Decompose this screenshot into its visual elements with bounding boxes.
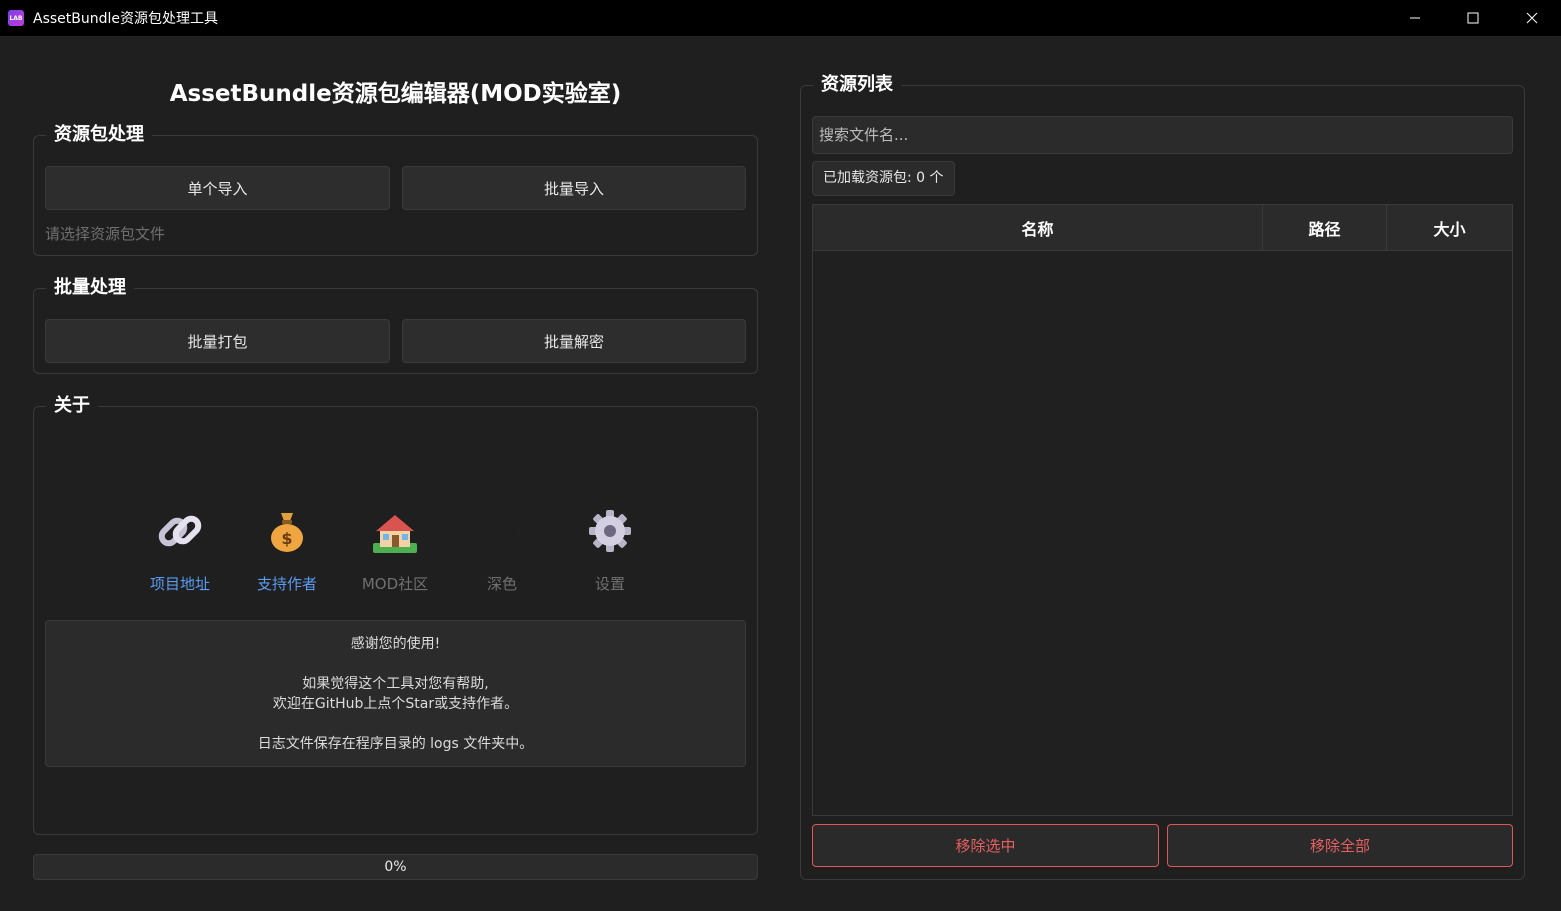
close-icon (1526, 12, 1538, 24)
column-header-path[interactable]: 路径 (1263, 205, 1387, 250)
minimize-icon (1410, 17, 1420, 19)
gear-icon (589, 510, 631, 552)
app-icon: LAB (8, 10, 24, 26)
remove-selected-button[interactable]: 移除选中 (812, 824, 1159, 867)
group-title: 资源包处理 (46, 122, 152, 148)
window-titlebar: LAB AssetBundle资源包处理工具 (0, 0, 1561, 36)
progress-bar: 0% (33, 854, 758, 880)
info-line: 如果觉得这个工具对您有帮助, (302, 676, 489, 692)
column-header-size[interactable]: 大小 (1387, 205, 1512, 250)
close-button[interactable] (1503, 0, 1561, 36)
mod-community-button[interactable]: MOD社区 (350, 505, 440, 594)
money-bag-icon: $ (271, 513, 303, 552)
window-title: AssetBundle资源包处理工具 (33, 11, 219, 27)
maximize-button[interactable] (1444, 0, 1502, 36)
link-icon (158, 515, 202, 547)
moon-icon (486, 513, 519, 548)
about-item-label: 深色 (486, 575, 517, 593)
group-title: 关于 (46, 393, 98, 419)
support-author-button[interactable]: $ 支持作者 (242, 505, 332, 594)
about-info-box: 感谢您的使用! 如果觉得这个工具对您有帮助, 欢迎在GitHub上点个Star或… (45, 620, 746, 767)
column-header-name[interactable]: 名称 (813, 205, 1263, 250)
batch-import-button[interactable]: 批量导入 (402, 166, 746, 210)
about-item-label: MOD社区 (361, 575, 429, 593)
maximize-icon (1467, 12, 1479, 24)
about-item-label: 项目地址 (149, 575, 210, 593)
minimize-button[interactable] (1386, 0, 1444, 36)
search-input[interactable]: 搜索文件名... (812, 116, 1513, 154)
info-line: 欢迎在GitHub上点个Star或支持作者。 (272, 696, 519, 712)
info-line: 日志文件保存在程序目录的 logs 文件夹中。 (257, 736, 534, 752)
settings-button[interactable]: 设置 (565, 505, 655, 594)
dark-theme-button[interactable]: 深色 (457, 505, 547, 594)
house-icon (373, 515, 417, 553)
table-header: 名称 路径 大小 (813, 205, 1512, 251)
page-title: AssetBundle资源包编辑器(MOD实验室) (169, 81, 622, 107)
loaded-count-label: 已加载资源包: 0 个 (812, 161, 955, 196)
batch-pack-button[interactable]: 批量打包 (45, 319, 390, 363)
single-import-button[interactable]: 单个导入 (45, 166, 390, 210)
svg-text:$: $ (281, 529, 292, 548)
progress-text: 0% (384, 859, 407, 875)
file-hint-label: 请选择资源包文件 (45, 225, 166, 243)
about-item-label: 设置 (594, 575, 625, 593)
resource-table[interactable]: 名称 路径 大小 (812, 204, 1513, 816)
info-line: 感谢您的使用! (350, 636, 441, 652)
remove-all-button[interactable]: 移除全部 (1167, 824, 1513, 867)
group-title: 批量处理 (46, 275, 134, 301)
group-title: 资源列表 (813, 72, 901, 98)
about-item-label: 支持作者 (256, 575, 317, 593)
project-link-button[interactable]: 项目地址 (135, 505, 225, 594)
batch-decrypt-button[interactable]: 批量解密 (402, 319, 746, 363)
